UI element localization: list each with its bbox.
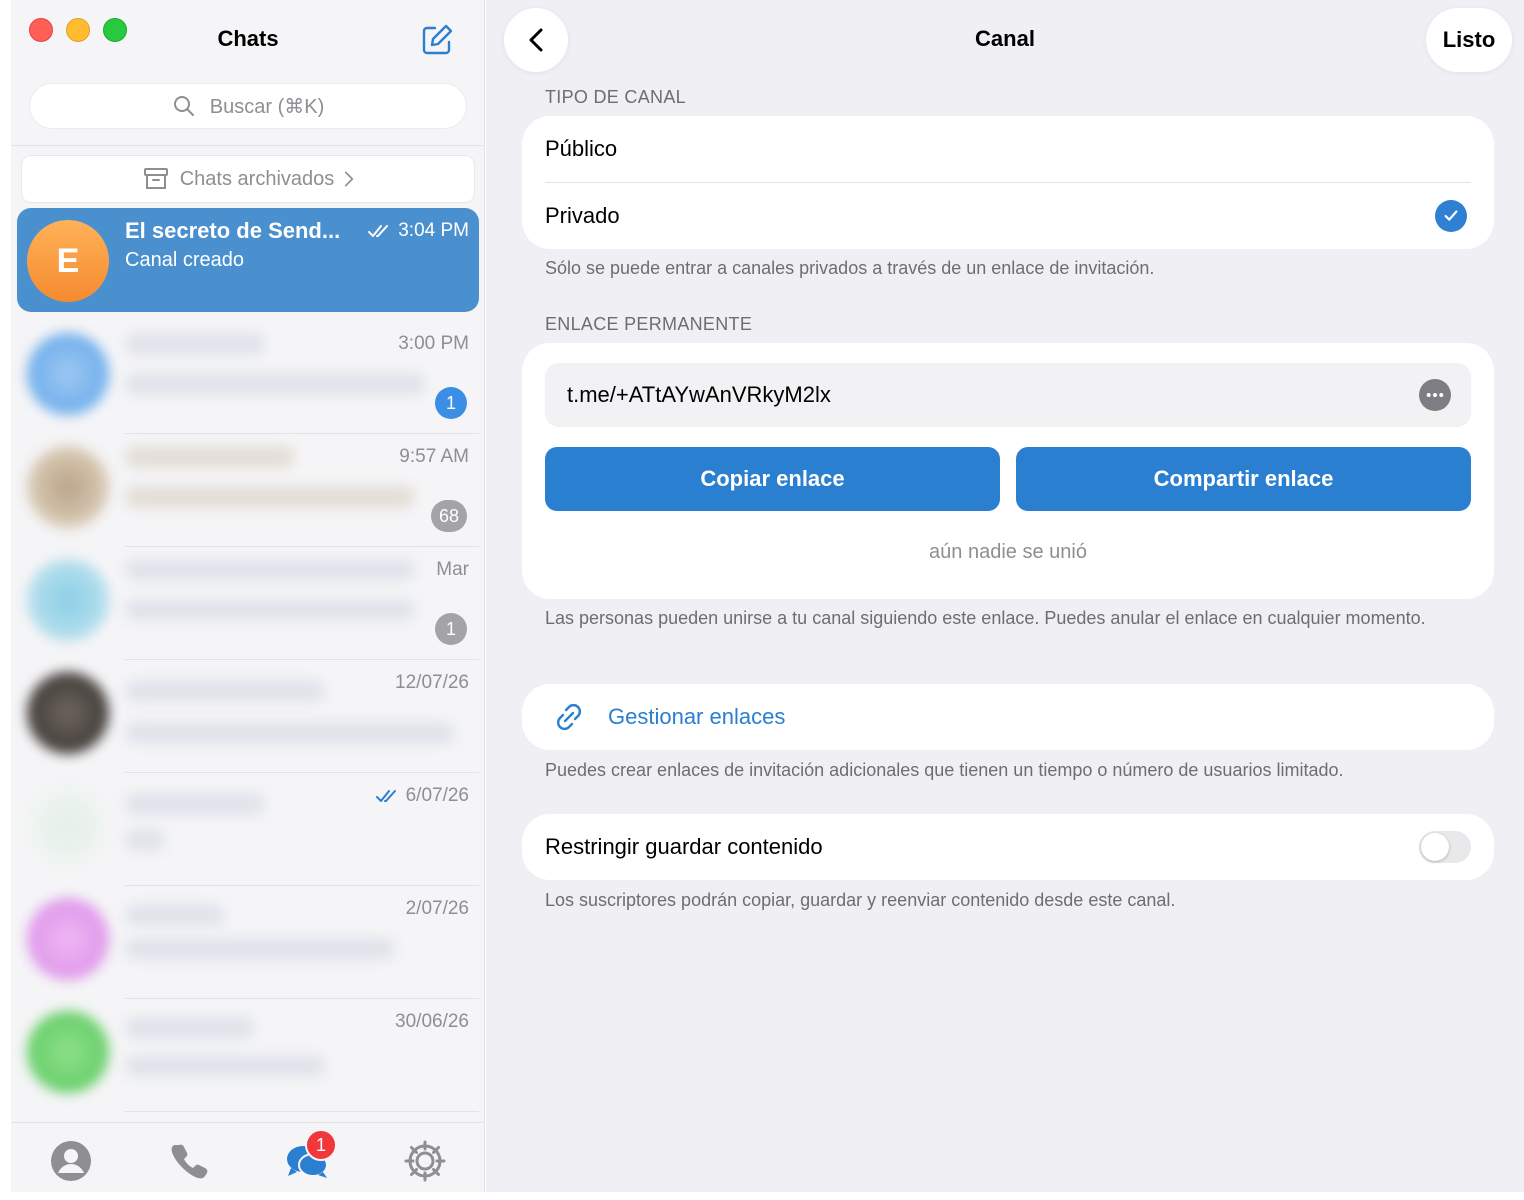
blurred-preview (125, 829, 165, 851)
avatar (27, 559, 109, 641)
chat-time: 9:57 AM (399, 446, 469, 467)
blurred-name (125, 680, 325, 702)
chat-time: 3:04 PM (368, 220, 469, 242)
restrict-content-toggle[interactable] (1419, 831, 1471, 863)
chat-item[interactable]: 30/06/26 (17, 999, 479, 1112)
chat-sidebar: Chats Buscar (⌘K) Chats archivados E El … (11, 0, 485, 1192)
chat-list: E El secreto de Send... Canal creado 3:0… (17, 208, 479, 1112)
search-input[interactable]: Buscar (⌘K) (29, 83, 467, 129)
unread-badge: 1 (435, 613, 467, 645)
option-public[interactable]: Público (545, 116, 1471, 182)
option-public-label: Público (545, 136, 618, 161)
blurred-preview (125, 938, 395, 960)
avatar (27, 672, 109, 754)
manage-links-button[interactable]: Gestionar enlaces (522, 684, 1494, 750)
blurred-preview (125, 599, 415, 621)
unread-badge: 1 (435, 387, 467, 419)
blurred-name (125, 904, 225, 926)
tab-settings[interactable] (401, 1137, 449, 1185)
restrict-content-row: Restringir guardar contenido (522, 814, 1494, 880)
page-title: Canal (975, 26, 1035, 51)
tab-bar: 1 (11, 1122, 484, 1192)
chat-item[interactable]: 12/07/26 (17, 660, 479, 773)
manage-links-label: Gestionar enlaces (608, 704, 786, 729)
chat-time: 12/07/26 (395, 672, 469, 693)
chat-item[interactable]: Mar 1 (17, 547, 479, 660)
blurred-name (125, 1017, 255, 1039)
link-icon (557, 704, 581, 730)
permanent-link-section-label: ENLACE PERMANENTE (545, 314, 753, 334)
tab-chats[interactable]: 1 (283, 1129, 337, 1185)
search-placeholder: Buscar (⌘K) (209, 95, 325, 118)
blurred-name (125, 559, 415, 581)
blurred-preview (125, 722, 455, 744)
restrict-content-label: Restringir guardar contenido (545, 834, 823, 859)
copy-link-button[interactable]: Copiar enlace (545, 447, 1000, 511)
chevron-right-icon (345, 171, 354, 187)
chat-item[interactable]: 3:00 PM 1 (17, 321, 479, 434)
channel-type-footnote: Sólo se puede entrar a canales privados … (545, 258, 1155, 278)
share-link-button[interactable]: Compartir enlace (1016, 447, 1471, 511)
restrict-content-footnote: Los suscriptores podrán copiar, guardar … (545, 890, 1176, 910)
blurred-preview (125, 1055, 325, 1077)
blurred-name (125, 333, 265, 355)
chat-time: 3:00 PM (398, 333, 469, 354)
checkmark-icon (1435, 200, 1467, 232)
tab-chats-badge: 1 (305, 1129, 337, 1161)
archived-chats-label: Chats archivados (179, 167, 335, 190)
chat-item[interactable]: 2/07/26 (17, 886, 479, 999)
channel-type-section-label: TIPO DE CANAL (545, 87, 686, 107)
permanent-link-card: t.me/+ATtAYwAnVRkyM2lx Copiar enlace Com… (522, 343, 1494, 599)
avatar (27, 333, 109, 415)
joined-status-text: aún nadie se unió (929, 541, 1087, 563)
avatar: E (27, 220, 109, 302)
chat-time: 2/07/26 (405, 898, 469, 919)
restrict-content-card: Restringir guardar contenido (522, 814, 1494, 880)
chat-time-text: 3:04 PM (398, 220, 469, 241)
tab-contacts[interactable] (47, 1137, 95, 1185)
done-button[interactable]: Listo (1426, 8, 1512, 72)
row-divider (125, 1111, 479, 1112)
option-private-label: Privado (545, 203, 620, 228)
permanent-link-footnote: Las personas pueden unirse a tu canal si… (545, 608, 1426, 628)
avatar (27, 898, 109, 980)
compose-icon[interactable] (419, 22, 455, 58)
archived-chats-button[interactable]: Chats archivados (21, 155, 475, 203)
chat-time: 30/06/26 (395, 1011, 469, 1032)
blurred-preview (125, 373, 425, 395)
chat-item[interactable]: 9:57 AM 68 (17, 434, 479, 547)
option-private[interactable]: Privado (545, 183, 1471, 249)
chat-time: Mar (436, 559, 469, 580)
invite-link-text: t.me/+ATtAYwAnVRkyM2lx (567, 382, 831, 407)
search-icon (173, 96, 194, 116)
chat-time: 6/07/26 (375, 785, 469, 807)
blurred-preview (125, 486, 415, 508)
archive-icon (143, 168, 168, 189)
blurred-name (125, 793, 265, 815)
double-check-icon (368, 225, 389, 237)
more-options-icon[interactable] (1419, 379, 1451, 411)
person-icon (51, 1141, 91, 1181)
chat-name: El secreto de Send... (125, 218, 341, 243)
manage-links-card[interactable]: Gestionar enlaces (522, 684, 1494, 750)
avatar (27, 785, 109, 867)
blurred-name (125, 446, 295, 468)
phone-icon (171, 1144, 208, 1179)
gear-icon (404, 1140, 446, 1182)
manage-links-footnote: Puedes crear enlaces de invitación adici… (545, 760, 1344, 780)
sidebar-title: Chats (217, 26, 279, 51)
invite-link-field[interactable]: t.me/+ATtAYwAnVRkyM2lx (545, 363, 1471, 427)
avatar (27, 1011, 109, 1093)
channel-settings-pane: Canal Listo TIPO DE CANAL Público Privad… (486, 0, 1524, 1192)
chat-item[interactable]: 6/07/26 (17, 773, 479, 886)
chat-time-text: 6/07/26 (405, 785, 469, 806)
unread-badge: 68 (430, 500, 467, 532)
tab-calls[interactable] (165, 1137, 213, 1185)
chat-preview: Canal creado (125, 249, 244, 271)
chat-item-active[interactable]: E El secreto de Send... Canal creado 3:0… (17, 208, 479, 312)
avatar (27, 446, 109, 528)
sidebar-divider (11, 145, 484, 146)
double-check-icon (375, 790, 396, 802)
channel-type-card: Público Privado (522, 116, 1494, 249)
